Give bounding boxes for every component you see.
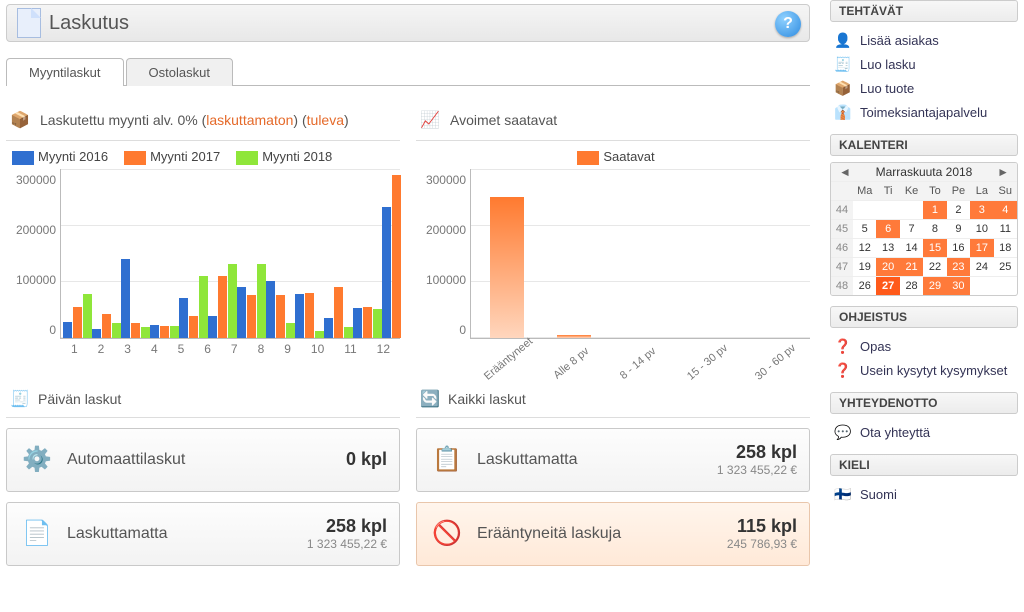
tabs: Myyntilaskut Ostolaskut bbox=[6, 58, 810, 86]
cal-day[interactable]: 3 bbox=[970, 200, 993, 219]
automatic-invoice-icon: ⚙️ bbox=[19, 442, 55, 478]
help-panel: OHJEISTUS ❓Opas ❓Usein kysytyt kysymykse… bbox=[830, 306, 1018, 382]
cal-day bbox=[876, 200, 899, 219]
cal-day[interactable]: 12 bbox=[853, 238, 876, 257]
chart-icon: 📈 bbox=[418, 108, 442, 132]
cal-day[interactable]: 11 bbox=[994, 219, 1017, 238]
cal-day[interactable]: 26 bbox=[853, 276, 876, 295]
cal-day[interactable]: 29 bbox=[923, 276, 946, 295]
page-header: Laskutus ? bbox=[6, 4, 810, 42]
receivables-chart: 3000002000001000000 ErääntyneetAlle 8 pv… bbox=[416, 169, 810, 359]
cal-next[interactable]: ► bbox=[993, 165, 1013, 179]
cal-prev[interactable]: ◄ bbox=[835, 165, 855, 179]
sales-chart-panel: 📦 Laskutettu myynti alv. 0% (laskuttamat… bbox=[6, 104, 400, 359]
sales-chart: 3000002000001000000 123456789101112 bbox=[6, 169, 400, 359]
help-icon[interactable]: ? bbox=[775, 11, 801, 37]
cal-day[interactable]: 24 bbox=[970, 257, 993, 276]
invoice-icon bbox=[17, 11, 41, 35]
cal-day[interactable]: 23 bbox=[947, 257, 970, 276]
help-opas[interactable]: ❓Opas bbox=[830, 334, 1018, 358]
help-title: OHJEISTUS bbox=[830, 306, 1018, 328]
cal-day[interactable]: 2 bbox=[947, 200, 970, 219]
cal-day bbox=[900, 200, 923, 219]
card-automaattilaskut[interactable]: ⚙️ Automaattilaskut 0 kpl bbox=[6, 428, 400, 492]
task-lisaa-asiakas[interactable]: 👤Lisää asiakas bbox=[830, 28, 1018, 52]
calendar-grid: MaTiKeToPeLaSu44123445567891011461213141… bbox=[831, 181, 1017, 295]
product-add-icon: 📦 bbox=[834, 79, 852, 97]
cal-day[interactable]: 9 bbox=[947, 219, 970, 238]
tasks-panel: TEHTÄVÄT 👤Lisää asiakas 🧾Luo lasku 📦Luo … bbox=[830, 0, 1018, 124]
cal-day[interactable]: 15 bbox=[923, 238, 946, 257]
calendar-title: KALENTERI bbox=[830, 134, 1018, 156]
cal-day[interactable]: 27 bbox=[876, 276, 899, 295]
cal-day[interactable]: 7 bbox=[900, 219, 923, 238]
cal-day[interactable]: 20 bbox=[876, 257, 899, 276]
cal-day[interactable]: 14 bbox=[900, 238, 923, 257]
contact-item[interactable]: 💬Ota yhteyttä bbox=[830, 420, 1018, 444]
help-circle-icon: ❓ bbox=[834, 361, 852, 379]
task-luo-tuote[interactable]: 📦Luo tuote bbox=[830, 76, 1018, 100]
task-toimeksiantaja[interactable]: 👔Toimeksiantajapalvelu bbox=[830, 100, 1018, 124]
receivables-legend: Saatavat bbox=[422, 149, 810, 165]
box-icon: 📦 bbox=[8, 108, 32, 132]
help-faq[interactable]: ❓Usein kysytyt kysymykset bbox=[830, 358, 1018, 382]
cal-day[interactable]: 21 bbox=[900, 257, 923, 276]
day-invoices-title: Päivän laskut bbox=[38, 391, 121, 407]
cal-day[interactable]: 5 bbox=[853, 219, 876, 238]
cal-day bbox=[994, 276, 1017, 295]
card-eraantyneet[interactable]: 🚫 Erääntyneitä laskuja 115 kpl245 786,93… bbox=[416, 502, 810, 566]
cal-day[interactable]: 13 bbox=[876, 238, 899, 257]
help-circle-icon: ❓ bbox=[834, 337, 852, 355]
all-invoices-title: Kaikki laskut bbox=[448, 391, 526, 407]
receivables-chart-panel: 📈 Avoimet saatavat Saatavat 300000200000… bbox=[416, 104, 810, 359]
task-luo-lasku[interactable]: 🧾Luo lasku bbox=[830, 52, 1018, 76]
all-invoices-col: 🔄 Kaikki laskut 📋 Laskuttamatta 258 kpl1… bbox=[416, 385, 810, 566]
document-icon: 🧾 bbox=[8, 387, 32, 411]
lang-panel: KIELI 🇫🇮Suomi bbox=[830, 454, 1018, 506]
overdue-icon: 🚫 bbox=[429, 516, 465, 552]
flag-icon: 🇫🇮 bbox=[834, 485, 852, 503]
contact-panel: YHTEYDENOTTO 💬Ota yhteyttä bbox=[830, 392, 1018, 444]
day-invoices-col: 🧾 Päivän laskut ⚙️ Automaattilaskut 0 kp… bbox=[6, 385, 400, 566]
cal-day[interactable]: 6 bbox=[876, 219, 899, 238]
cal-day[interactable]: 8 bbox=[923, 219, 946, 238]
sales-legend: Myynti 2016 Myynti 2017 Myynti 2018 bbox=[12, 149, 400, 165]
cal-day bbox=[853, 200, 876, 219]
card-laskuttamatta-day[interactable]: 📄 Laskuttamatta 258 kpl1 323 455,22 € bbox=[6, 502, 400, 566]
cal-day[interactable]: 1 bbox=[923, 200, 946, 219]
clipboard-icon: 📋 bbox=[429, 442, 465, 478]
contact-title: YHTEYDENOTTO bbox=[830, 392, 1018, 414]
cal-day[interactable]: 30 bbox=[947, 276, 970, 295]
cal-day[interactable]: 28 bbox=[900, 276, 923, 295]
cal-day bbox=[970, 276, 993, 295]
cal-day[interactable]: 16 bbox=[947, 238, 970, 257]
chat-icon: 💬 bbox=[834, 423, 852, 441]
tasks-title: TEHTÄVÄT bbox=[830, 0, 1018, 22]
person-icon: 👔 bbox=[834, 103, 852, 121]
cal-day[interactable]: 17 bbox=[970, 238, 993, 257]
cal-day[interactable]: 19 bbox=[853, 257, 876, 276]
refresh-icon: 🔄 bbox=[418, 387, 442, 411]
calendar-panel: KALENTERI ◄ Marraskuuta 2018 ► MaTiKeToP… bbox=[830, 134, 1018, 296]
receivables-panel-title: Avoimet saatavat bbox=[450, 112, 557, 128]
cal-month: Marraskuuta 2018 bbox=[876, 165, 973, 179]
sales-panel-title: Laskutettu myynti alv. 0% (laskuttamaton… bbox=[40, 112, 349, 128]
card-laskuttamatta-all[interactable]: 📋 Laskuttamatta 258 kpl1 323 455,22 € bbox=[416, 428, 810, 492]
cal-day[interactable]: 4 bbox=[994, 200, 1017, 219]
lang-title: KIELI bbox=[830, 454, 1018, 476]
cal-day[interactable]: 10 bbox=[970, 219, 993, 238]
page-title: Laskutus bbox=[49, 12, 129, 35]
person-add-icon: 👤 bbox=[834, 31, 852, 49]
tab-myyntilaskut[interactable]: Myyntilaskut bbox=[6, 58, 124, 86]
cal-day[interactable]: 22 bbox=[923, 257, 946, 276]
lang-item[interactable]: 🇫🇮Suomi bbox=[830, 482, 1018, 506]
tab-ostolaskut[interactable]: Ostolaskut bbox=[126, 58, 233, 86]
invoice-add-icon: 🧾 bbox=[834, 55, 852, 73]
cal-day[interactable]: 18 bbox=[994, 238, 1017, 257]
cal-day[interactable]: 25 bbox=[994, 257, 1017, 276]
unlocked-invoice-icon: 📄 bbox=[19, 516, 55, 552]
